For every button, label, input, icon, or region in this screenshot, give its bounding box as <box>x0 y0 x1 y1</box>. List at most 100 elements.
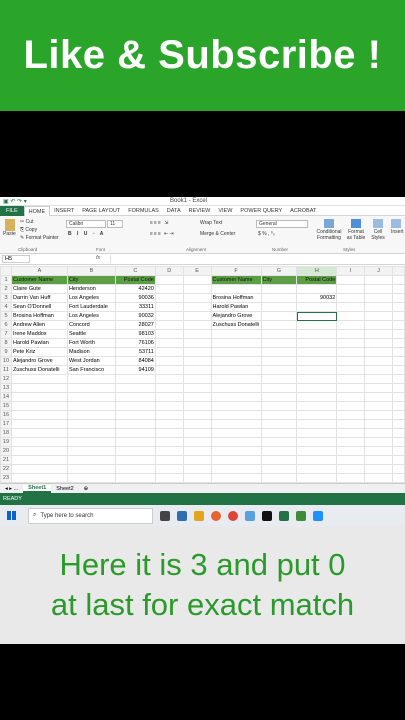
cell-b16[interactable] <box>66 410 116 420</box>
cell-f22[interactable] <box>210 464 262 474</box>
cell-c8[interactable]: 76106 <box>114 338 156 348</box>
cell-g18[interactable] <box>260 428 298 438</box>
cell-f3[interactable]: Brosina Hoffman <box>210 293 262 303</box>
cell-i17[interactable] <box>336 419 366 429</box>
cell-h13[interactable] <box>296 383 338 393</box>
cell-k4[interactable] <box>391 302 405 312</box>
cell-d4[interactable] <box>154 302 184 312</box>
chrome-icon[interactable] <box>228 510 238 521</box>
cell-j10[interactable] <box>364 356 393 366</box>
sheet-tab-sheet1[interactable]: Sheet1 <box>23 484 52 493</box>
cell-c11[interactable]: 94109 <box>114 365 156 375</box>
cell-b18[interactable] <box>66 428 116 438</box>
column-header-g[interactable]: G <box>260 266 298 276</box>
cell-j3[interactable] <box>364 293 393 303</box>
row-header[interactable]: 19 <box>0 437 12 447</box>
row-header[interactable]: 3 <box>0 293 12 303</box>
cell-d2[interactable] <box>154 284 184 294</box>
cell-k23[interactable] <box>391 473 405 483</box>
cell-i5[interactable] <box>336 311 366 321</box>
cell-g2[interactable] <box>260 284 298 294</box>
cell-g6[interactable] <box>260 320 298 330</box>
cell-e19[interactable] <box>182 437 212 447</box>
row-header[interactable]: 18 <box>0 428 12 438</box>
cell-a22[interactable] <box>10 464 68 474</box>
cell-i3[interactable] <box>336 293 366 303</box>
cell-k6[interactable] <box>391 320 405 330</box>
cell-h1[interactable]: Postal Code <box>296 275 338 285</box>
number-buttons[interactable]: $ % , ⁰₀ <box>258 231 275 237</box>
row-header[interactable]: 21 <box>0 455 12 465</box>
cell-h15[interactable] <box>296 401 338 411</box>
cell-c17[interactable] <box>114 419 156 429</box>
windows-start-icon[interactable] <box>7 511 16 520</box>
cell-f19[interactable] <box>210 437 262 447</box>
cell-e13[interactable] <box>182 383 212 393</box>
cell-k5[interactable] <box>391 311 405 321</box>
cell-b11[interactable]: San Francisco <box>66 365 116 375</box>
cell-k19[interactable] <box>391 437 405 447</box>
cell-a9[interactable]: Pete Kriz <box>10 347 68 357</box>
cell-c3[interactable]: 90036 <box>114 293 156 303</box>
tab-formulas[interactable]: FORMULAS <box>124 206 163 216</box>
cell-h11[interactable] <box>296 365 338 375</box>
cell-d8[interactable] <box>154 338 184 348</box>
row-header[interactable]: 8 <box>0 338 12 348</box>
tab-view[interactable]: VIEW <box>214 206 236 216</box>
sheet-nav-arrows[interactable]: ◂ ▸ ... <box>0 486 23 492</box>
cell-e23[interactable] <box>182 473 212 483</box>
cell-i1[interactable] <box>336 275 366 285</box>
cell-f20[interactable] <box>210 446 262 456</box>
add-sheet-button[interactable]: ⊕ <box>79 486 94 492</box>
formula-input[interactable] <box>110 255 403 263</box>
cell-c12[interactable] <box>114 374 156 384</box>
cell-a16[interactable] <box>10 410 68 420</box>
tab-home[interactable]: HOME <box>23 205 51 216</box>
cell-c2[interactable]: 42420 <box>114 284 156 294</box>
cell-j23[interactable] <box>364 473 393 483</box>
cell-g22[interactable] <box>260 464 298 474</box>
cell-h21[interactable] <box>296 455 338 465</box>
cell-k10[interactable] <box>391 356 405 366</box>
cell-j2[interactable] <box>364 284 393 294</box>
cell-h19[interactable] <box>296 437 338 447</box>
format-painter-button[interactable]: ✎ Format Painter <box>20 234 59 242</box>
cell-b13[interactable] <box>66 383 116 393</box>
cell-j11[interactable] <box>364 365 393 375</box>
cell-e5[interactable] <box>182 311 212 321</box>
cell-h20[interactable] <box>296 446 338 456</box>
tab-acrobat[interactable]: ACROBAT <box>286 206 320 216</box>
cell-f4[interactable]: Harold Pawlan <box>210 302 262 312</box>
cell-a5[interactable]: Brosina Hoffman <box>10 311 68 321</box>
align-buttons[interactable]: ≡≡≡ ⇲ <box>150 220 169 226</box>
cell-a14[interactable] <box>10 392 68 402</box>
cell-a3[interactable]: Darrin Van Huff <box>10 293 68 303</box>
cell-a4[interactable]: Sean O'Donnell <box>10 302 68 312</box>
tab-review[interactable]: REVIEW <box>185 206 215 216</box>
format-as-table-button[interactable]: Format as Table <box>345 219 367 241</box>
cell-i13[interactable] <box>336 383 366 393</box>
cell-c13[interactable] <box>114 383 156 393</box>
cell-c19[interactable] <box>114 437 156 447</box>
cell-a7[interactable]: Irene Maddox <box>10 329 68 339</box>
cell-c5[interactable]: 90032 <box>114 311 156 321</box>
conditional-formatting-button[interactable]: Conditional Formatting <box>314 219 344 241</box>
column-header-c[interactable]: C <box>114 266 156 276</box>
cell-h10[interactable] <box>296 356 338 366</box>
row-header[interactable]: 2 <box>0 284 12 294</box>
cell-h7[interactable] <box>296 329 338 339</box>
cell-b19[interactable] <box>66 437 116 447</box>
cell-f14[interactable] <box>210 392 262 402</box>
row-header[interactable]: 16 <box>0 410 12 420</box>
cell-d23[interactable] <box>154 473 184 483</box>
cell-d1[interactable] <box>154 275 184 285</box>
cell-f5[interactable]: Alejandro Grove <box>210 311 262 321</box>
paste-button[interactable]: Paste <box>3 219 16 237</box>
copy-button[interactable]: ⎘ Copy <box>20 226 59 234</box>
cell-styles-button[interactable]: Cell Styles <box>369 219 387 241</box>
column-header-b[interactable]: B <box>66 266 116 276</box>
cell-k22[interactable] <box>391 464 405 474</box>
cell-k1[interactable] <box>391 275 405 285</box>
cell-k2[interactable] <box>391 284 405 294</box>
cell-h12[interactable] <box>296 374 338 384</box>
